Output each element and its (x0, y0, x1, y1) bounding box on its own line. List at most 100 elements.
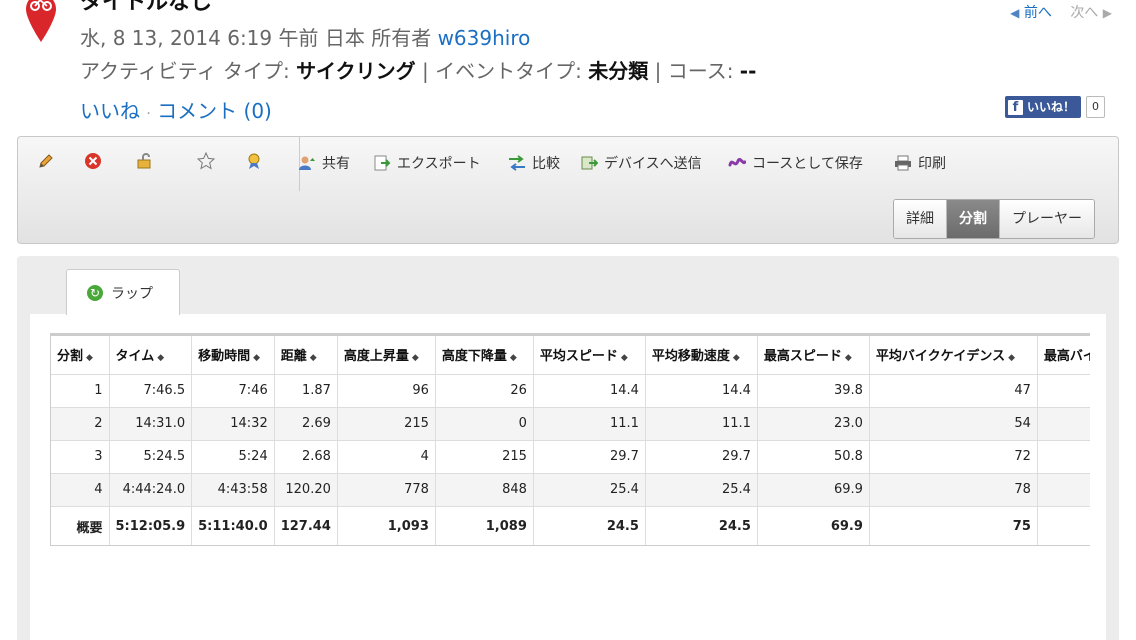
pager: ◀ 前へ 次へ ▶ (1010, 2, 1112, 22)
export-icon (374, 155, 391, 171)
table-cell (1037, 472, 1090, 506)
table-cell: 7:46 (191, 373, 275, 407)
facebook-like-button[interactable]: f いいね！ (1005, 96, 1082, 118)
prev-link[interactable]: 前へ (1024, 5, 1052, 21)
column-header-label: 高度上昇量 (343, 349, 409, 365)
owner-link[interactable]: w639hiro (438, 26, 531, 50)
page-title: タイトルなし (80, 0, 213, 15)
column-header[interactable]: 平均移動速度 ◆ (645, 336, 758, 374)
table-cell (1037, 439, 1090, 473)
splits-table-wrapper[interactable]: 分割 ◆ タイム ◆ 移動時間 ◆ 距離 ◆ 高度上昇量 ◆ 高度下降量 ◆ 平均スピード ◆ 平均移動速度… (50, 333, 1090, 546)
table-row[interactable]: 2 14:31.0 14:32 2.69 215 0 11.1 11.1 23.0 54 (51, 406, 1090, 440)
save-as-course-label: コースとして保存 (752, 156, 863, 172)
table-cell: 14:32 (191, 406, 275, 440)
activity-meta: アクティビティ タイプ: サイクリング | イベントタイプ: 未分類 | コース… (80, 55, 756, 84)
table-header-row: 分割 ◆ タイム ◆ 移動時間 ◆ 距離 ◆ 高度上昇量 ◆ 高度下降量 ◆ 平均スピード ◆ 平均移動速度… (51, 336, 1090, 374)
table-cell: 50.8 (757, 439, 870, 473)
table-cell: 47 (869, 373, 1038, 407)
course-value: -- (739, 59, 757, 83)
view-details-button[interactable]: 詳細 (894, 200, 947, 238)
social-links: いいね · コメント (0) (80, 95, 272, 124)
export-button[interactable]: エクスポート (373, 153, 481, 173)
tab-laps[interactable]: ↻ ラップ (66, 269, 180, 315)
summary-cell: 1,093 (337, 505, 436, 545)
summary-cell: 1,089 (435, 505, 534, 545)
next-link[interactable]: 次へ (1070, 5, 1098, 21)
table-row[interactable]: 4 4:44:24.0 4:43:58 120.20 778 848 25.4 25.4 69.… (51, 472, 1090, 506)
table-cell: 69.9 (757, 472, 870, 506)
like-link[interactable]: いいね (80, 99, 140, 123)
column-header-label: 分割 (57, 349, 84, 365)
award-icon[interactable] (244, 151, 264, 171)
column-header[interactable]: 高度上昇量 ◆ (337, 336, 436, 374)
send-to-device-label: デバイスへ送信 (604, 156, 702, 172)
table-cell: 120.20 (274, 472, 338, 506)
event-type-label: | イベントタイプ: (422, 59, 582, 83)
print-label: 印刷 (918, 156, 946, 172)
column-header-label: 移動時間 (198, 349, 251, 365)
column-header-label: 平均移動速度 (651, 349, 730, 365)
compare-label: 比較 (532, 156, 560, 172)
share-button[interactable]: 共有 (298, 153, 350, 173)
column-header[interactable]: 距離 ◆ (274, 336, 338, 374)
date-text: 水, 8 13, 2014 6:19 午前 日本 所有者 (80, 26, 432, 50)
column-header[interactable]: 最高スピード ◆ (757, 336, 870, 374)
delete-icon[interactable] (83, 151, 103, 171)
lock-icon[interactable] (134, 151, 154, 171)
column-header[interactable]: タイム ◆ (109, 336, 193, 374)
sort-icon: ◆ (157, 353, 165, 364)
course-label: | コース: (654, 59, 734, 83)
table-cell: 848 (435, 472, 534, 506)
sort-icon: ◆ (253, 353, 261, 364)
comment-link[interactable]: コメント (0) (157, 99, 272, 123)
table-cell: 2 (51, 406, 110, 440)
column-header[interactable]: 平均バイクケイデンス ◆ (869, 336, 1038, 374)
table-cell: 4 (337, 439, 436, 473)
send-to-device-icon (581, 156, 598, 170)
table-cell: 23.0 (757, 406, 870, 440)
print-button[interactable]: 印刷 (894, 153, 946, 173)
summary-cell: 24.5 (533, 505, 646, 545)
column-header[interactable]: 高度下降量 ◆ (435, 336, 534, 374)
share-label: 共有 (322, 156, 350, 172)
table-cell (1037, 373, 1090, 407)
column-header-label: 平均バイクケイデンス (875, 349, 1006, 365)
facebook-icon: f (1008, 99, 1023, 115)
table-cell: 2.68 (274, 439, 338, 473)
send-to-device-button[interactable]: デバイスへ送信 (580, 153, 702, 173)
compare-icon (509, 155, 525, 171)
column-header-label: 距離 (280, 349, 307, 365)
summary-cell: 概要 (51, 505, 110, 545)
save-as-course-button[interactable]: コースとして保存 (728, 153, 863, 173)
table-cell: 29.7 (533, 439, 646, 473)
view-player-button[interactable]: プレーヤー (1000, 200, 1094, 238)
column-header[interactable]: 移動時間 ◆ (191, 336, 275, 374)
table-cell: 3 (51, 439, 110, 473)
pencil-icon[interactable] (36, 151, 56, 171)
table-cell: 4 (51, 472, 110, 506)
column-header-label: 高度下降量 (441, 349, 507, 365)
activity-type-value[interactable]: サイクリング (296, 59, 416, 83)
view-splits-button[interactable]: 分割 (947, 200, 1000, 238)
table-cell: 1 (51, 373, 110, 407)
table-row[interactable]: 3 5:24.5 5:24 2.68 4 215 29.7 29.7 50.8 72 (51, 439, 1090, 473)
compare-button[interactable]: 比較 (508, 153, 560, 173)
column-header[interactable]: 最高バイクケ (1037, 336, 1090, 374)
summary-row: 概要 5:12:05.9 5:11:40.0 127.44 1,093 1,089 24.5… (51, 505, 1090, 545)
table-cell: 0 (435, 406, 534, 440)
table-cell: 215 (337, 406, 436, 440)
splits-table: 分割 ◆ タイム ◆ 移動時間 ◆ 距離 ◆ 高度上昇量 ◆ 高度下降量 ◆ 平均スピード ◆ 平均移動速度… (51, 336, 1090, 545)
column-header[interactable]: 分割 ◆ (51, 336, 110, 374)
sort-icon: ◆ (309, 353, 317, 364)
view-mode-switch: 詳細 分割 プレーヤー (893, 199, 1095, 239)
sort-icon: ◆ (844, 353, 852, 364)
star-icon[interactable] (196, 151, 216, 171)
next-arrow-icon[interactable]: ▶ (1103, 6, 1112, 20)
summary-cell: 69.9 (757, 505, 870, 545)
prev-arrow-icon[interactable]: ◀ (1010, 6, 1019, 20)
column-header[interactable]: 平均スピード ◆ (533, 336, 646, 374)
table-cell: 778 (337, 472, 436, 506)
table-row[interactable]: 1 7:46.5 7:46 1.87 96 26 14.4 14.4 39.8 47 (51, 373, 1090, 407)
event-type-value[interactable]: 未分類 (588, 59, 648, 83)
sort-icon: ◆ (1008, 353, 1016, 364)
